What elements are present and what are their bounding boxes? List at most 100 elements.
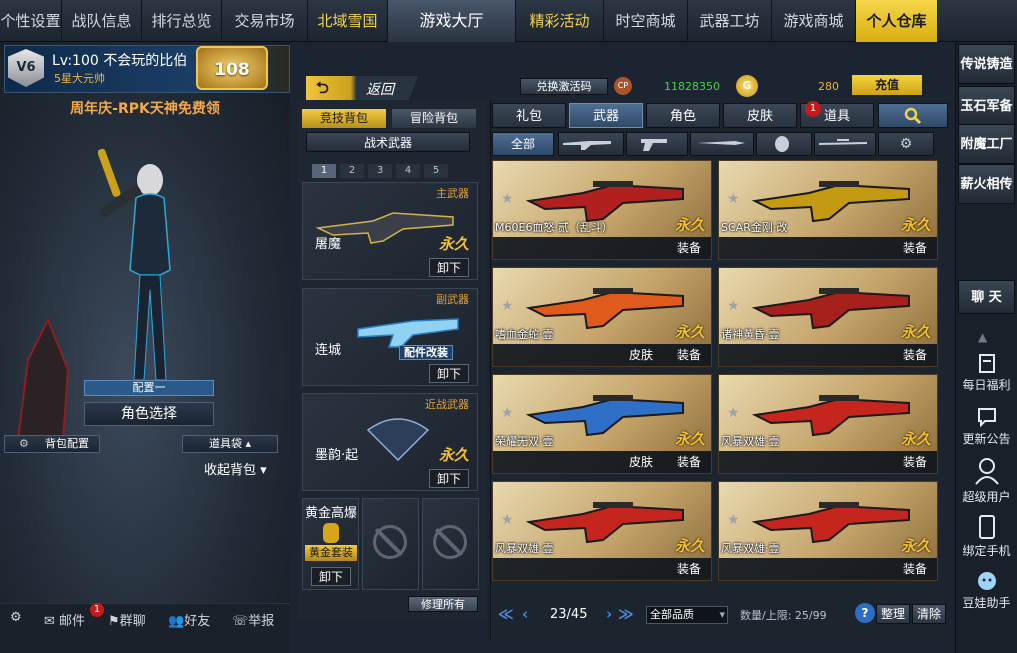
- unequip-button[interactable]: 卸下: [429, 364, 469, 383]
- search-button[interactable]: [878, 103, 948, 128]
- weapon-card[interactable]: ★ 诸神黄昏·壹 永久 装备: [718, 267, 938, 367]
- repair-all-button[interactable]: 修理所有: [408, 596, 478, 612]
- favorite-star-icon[interactable]: ★: [501, 512, 514, 528]
- help-icon[interactable]: ?: [855, 603, 875, 623]
- tab-adventure-bag[interactable]: 冒险背包: [392, 109, 476, 128]
- weapon-card[interactable]: ★ M60E6血怒·贰（乱斗） 永久 装备: [492, 160, 712, 260]
- subtab-settings[interactable]: ⚙: [878, 132, 934, 156]
- backpack-config-button[interactable]: ⚙ 背包配置: [4, 435, 100, 453]
- nav-item[interactable]: 精彩活动: [516, 0, 604, 42]
- attachment-mod-badge[interactable]: 配件改装: [399, 345, 453, 360]
- update-notice-button[interactable]: 更新公告: [958, 406, 1015, 447]
- role-select-button[interactable]: 角色选择: [84, 402, 214, 426]
- subtab-rifles[interactable]: [558, 132, 624, 156]
- skin-button[interactable]: 皮肤: [629, 453, 653, 470]
- page-5[interactable]: 5: [424, 164, 448, 178]
- nav-item[interactable]: 个性设置: [0, 0, 62, 42]
- primary-weapon-slot[interactable]: 主武器 屠魔 永久 卸下: [302, 182, 478, 280]
- empty-slot[interactable]: [362, 498, 419, 590]
- settings-gear-icon[interactable]: ⚙: [10, 610, 22, 625]
- tactical-weapons-header[interactable]: 战术武器: [306, 132, 470, 152]
- favorite-star-icon[interactable]: ★: [501, 405, 514, 421]
- page-4[interactable]: 4: [396, 164, 420, 178]
- jade-armory-button[interactable]: 玉石军备: [958, 86, 1015, 126]
- prev-page-button[interactable]: ‹: [522, 605, 528, 623]
- page-3[interactable]: 3: [368, 164, 392, 178]
- nav-item[interactable]: 排行总览: [142, 0, 222, 42]
- redeem-code-button[interactable]: 兑换激活码: [520, 78, 608, 95]
- favorite-star-icon[interactable]: ★: [501, 191, 514, 207]
- clear-button[interactable]: 清除: [912, 604, 946, 624]
- event-banner[interactable]: 周年庆-RPK天神免费领: [30, 98, 260, 118]
- equip-button[interactable]: 装备: [903, 560, 927, 577]
- legacy-button[interactable]: 薪火相传: [958, 164, 1015, 204]
- weapon-card[interactable]: ★ 嗜血金蛇·壹 永久 皮肤 装备: [492, 267, 712, 367]
- weapon-card[interactable]: ★ 风暴双雄·壹 永久 装备: [718, 481, 938, 581]
- page-2[interactable]: 2: [340, 164, 364, 178]
- bind-phone-button[interactable]: 绑定手机: [958, 514, 1015, 559]
- subtab-special[interactable]: [814, 132, 876, 156]
- favorite-star-icon[interactable]: ★: [727, 298, 740, 314]
- weapon-card[interactable]: ★ SCAR金刚·改 永久 装备: [718, 160, 938, 260]
- tab-characters[interactable]: 角色: [646, 103, 720, 128]
- nav-item[interactable]: 时空商城: [604, 0, 688, 42]
- weapon-card[interactable]: ★ 风暴双雄·壹 永久 装备: [718, 374, 938, 474]
- tab-weapons[interactable]: 武器: [569, 103, 643, 128]
- equip-button[interactable]: 装备: [677, 346, 701, 363]
- nav-item[interactable]: 武器工坊: [688, 0, 772, 42]
- favorite-star-icon[interactable]: ★: [727, 405, 740, 421]
- grenade-slot[interactable]: 黄金高爆 黄金套装 卸下: [302, 498, 359, 590]
- tab-competitive-bag[interactable]: 竞技背包: [302, 109, 386, 128]
- first-page-button[interactable]: ≪: [498, 605, 514, 623]
- weapon-card[interactable]: ★ 风暴双雄·壹 永久 装备: [492, 481, 712, 581]
- unequip-button[interactable]: 卸下: [429, 258, 469, 277]
- preset-label[interactable]: 配置一: [84, 380, 214, 396]
- enchant-factory-button[interactable]: 附魔工厂: [958, 124, 1015, 164]
- empty-slot[interactable]: [422, 498, 479, 590]
- scroll-up-icon[interactable]: ▲: [978, 330, 987, 344]
- subtab-pistols[interactable]: [626, 132, 688, 156]
- last-page-button[interactable]: ≫: [618, 605, 634, 623]
- recharge-button[interactable]: 充值: [852, 75, 922, 95]
- unequip-button[interactable]: 卸下: [429, 469, 469, 488]
- subtab-all[interactable]: 全部: [492, 132, 554, 156]
- next-page-button[interactable]: ›: [606, 605, 612, 623]
- secondary-weapon-slot[interactable]: 副武器 连城 配件改装 卸下: [302, 288, 478, 386]
- super-user-button[interactable]: 超级用户: [958, 456, 1015, 505]
- friends-button[interactable]: 👥好友: [168, 610, 210, 629]
- nav-item[interactable]: 战队信息: [62, 0, 142, 42]
- unequip-button[interactable]: 卸下: [311, 567, 351, 586]
- equip-button[interactable]: 装备: [903, 453, 927, 470]
- back-button[interactable]: ⮌ 返回: [306, 76, 418, 100]
- tab-gift-pack[interactable]: 礼包: [492, 103, 566, 128]
- skin-button[interactable]: 皮肤: [629, 346, 653, 363]
- equip-button[interactable]: 装备: [677, 560, 701, 577]
- favorite-star-icon[interactable]: ★: [727, 191, 740, 207]
- page-1[interactable]: 1: [312, 164, 336, 178]
- group-chat-button[interactable]: ⚑群聊: [108, 610, 146, 629]
- nav-item[interactable]: 游戏商城: [772, 0, 856, 42]
- collapse-bag-button[interactable]: 收起背包 ▾: [204, 459, 267, 478]
- mail-button[interactable]: ✉ 邮件: [44, 610, 85, 629]
- quality-filter-select[interactable]: 全部品质 ▾: [646, 606, 728, 624]
- equip-button[interactable]: 装备: [903, 346, 927, 363]
- nav-item[interactable]: 北域雪国: [308, 0, 388, 42]
- equip-button[interactable]: 装备: [677, 453, 701, 470]
- nav-item[interactable]: 个人仓库: [856, 0, 938, 42]
- subtab-melee[interactable]: [690, 132, 754, 156]
- chat-button[interactable]: 聊 天: [958, 280, 1015, 314]
- equip-button[interactable]: 装备: [677, 239, 701, 256]
- melee-weapon-slot[interactable]: 近战武器 墨韵·起 永久 卸下: [302, 393, 478, 491]
- doudou-assistant-button[interactable]: 豆娃助手: [958, 568, 1015, 611]
- sort-button[interactable]: 整理: [876, 604, 910, 624]
- daily-benefits-button[interactable]: 每日福利: [958, 352, 1015, 393]
- favorite-star-icon[interactable]: ★: [501, 298, 514, 314]
- item-bag-button[interactable]: 道具袋 ▴: [182, 435, 278, 453]
- weapon-card[interactable]: ★ 荣耀无双·壹 永久 皮肤 装备: [492, 374, 712, 474]
- tab-skins[interactable]: 皮肤: [723, 103, 797, 128]
- equip-button[interactable]: 装备: [903, 239, 927, 256]
- subtab-grenades[interactable]: [756, 132, 812, 156]
- favorite-star-icon[interactable]: ★: [727, 512, 740, 528]
- nav-item[interactable]: 游戏大厅: [388, 0, 516, 42]
- legend-forge-button[interactable]: 传说铸造: [958, 44, 1015, 84]
